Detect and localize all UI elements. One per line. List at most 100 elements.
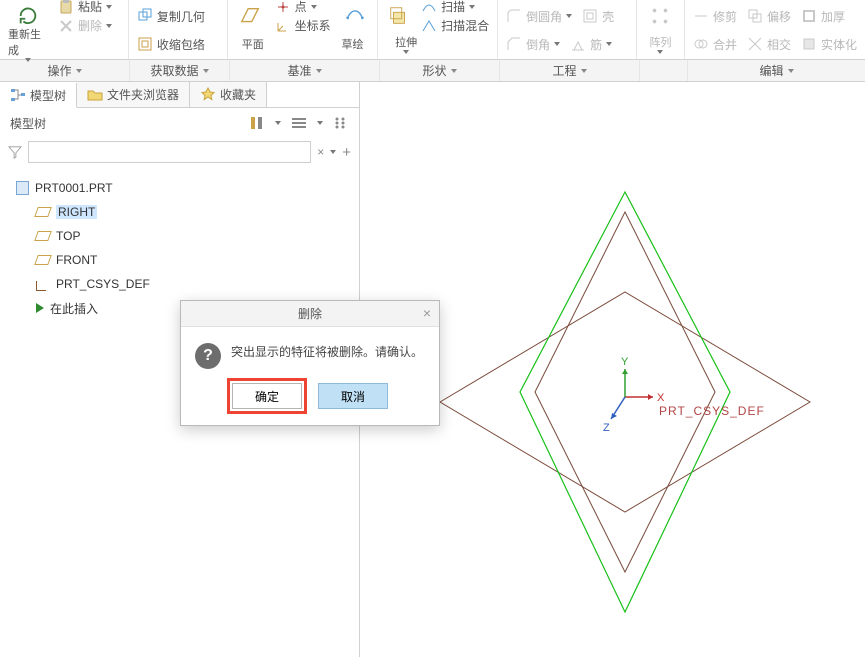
sketch-button[interactable]	[341, 5, 369, 27]
group-label-base[interactable]: 基准	[230, 60, 380, 81]
copy-geom-button[interactable]: 复制几何	[137, 8, 205, 25]
ribbon-group-datum: 点 坐标系 平面 草绘	[228, 0, 378, 59]
ok-button[interactable]: 确定	[232, 383, 302, 409]
shell-label: 壳	[602, 8, 614, 25]
regen-button[interactable]	[8, 5, 48, 27]
plane-icon	[34, 255, 52, 265]
axis-x-label: X	[657, 392, 665, 404]
chevron-down-icon	[469, 5, 475, 9]
node-label: FRONT	[56, 253, 97, 267]
point-label: 点	[295, 0, 307, 15]
axis-y-label: Y	[621, 356, 629, 368]
chevron-down-icon	[311, 5, 317, 9]
group-label-eng[interactable]: 工程	[500, 60, 640, 81]
group-label-operate[interactable]: 操作	[0, 60, 130, 81]
axis-z-label: Z	[603, 422, 610, 434]
chevron-down-icon	[554, 42, 560, 46]
shell-button[interactable]: 壳	[582, 8, 614, 25]
ribbon-group-getdata: 复制几何 收缩包络	[129, 0, 228, 59]
tree-node-csys[interactable]: PRT_CSYS_DEF	[6, 272, 353, 296]
root-label: PRT0001.PRT	[35, 181, 113, 195]
paste-button[interactable]: 粘贴	[58, 0, 112, 15]
chevron-down-icon	[566, 14, 572, 18]
chevron-down-icon	[106, 24, 112, 28]
group-label-edit[interactable]: 编辑	[688, 60, 865, 81]
tool-settings-icon[interactable]	[249, 115, 265, 131]
chevron-down-icon	[203, 69, 209, 73]
dialog-message: 突出显示的特征将被删除。请确认。	[231, 343, 423, 361]
intersect-button[interactable]: 相交	[747, 36, 791, 53]
pattern-button[interactable]	[645, 5, 676, 27]
tree-root[interactable]: PRT0001.PRT	[6, 176, 353, 200]
tab-fav[interactable]: 收藏夹	[190, 82, 267, 107]
chevron-down-icon	[606, 42, 612, 46]
chevron-down-icon	[76, 69, 82, 73]
tool-show-icon[interactable]	[291, 115, 307, 131]
tab-modeltree-label: 模型树	[30, 87, 66, 104]
chevron-down-icon	[657, 50, 663, 54]
tab-modeltree[interactable]: 模型树	[0, 83, 77, 108]
trim-button[interactable]: 修剪	[693, 8, 737, 25]
intersect-label: 相交	[767, 36, 791, 53]
node-label: RIGHT	[56, 205, 97, 219]
round-button[interactable]: 倒圆角	[506, 8, 572, 25]
ribbon-group-pattern: 阵列	[637, 0, 685, 59]
close-icon[interactable]: ×	[423, 305, 431, 321]
tree-node-top[interactable]: TOP	[6, 224, 353, 248]
offset-label: 偏移	[767, 8, 791, 25]
shrinkwrap-label: 收缩包络	[157, 36, 205, 53]
chamfer-button[interactable]: 倒角	[506, 36, 560, 53]
rib-button[interactable]: 筋	[570, 36, 612, 53]
rib-label: 筋	[590, 36, 602, 53]
cancel-button[interactable]: 取消	[318, 383, 388, 409]
solidify-label: 实体化	[821, 36, 857, 53]
plane-button[interactable]	[236, 5, 264, 27]
node-label: TOP	[56, 229, 80, 243]
point-button[interactable]: 点	[275, 0, 331, 15]
tree-node-right[interactable]: RIGHT	[6, 200, 353, 224]
chevron-down-icon	[451, 69, 457, 73]
dialog-titlebar[interactable]: 删除 ×	[181, 301, 439, 327]
trim-label: 修剪	[713, 8, 737, 25]
extrude-button[interactable]	[386, 5, 411, 27]
chevron-down-icon[interactable]	[275, 121, 281, 125]
ribbon-group-operate: 粘贴 删除 重新生成	[0, 0, 129, 59]
tree-title-row: 模型树	[0, 108, 359, 138]
dialog-title: 删除	[298, 305, 322, 322]
plane-icon	[34, 207, 52, 217]
ribbon: 粘贴 删除 重新生成 复制几何	[0, 0, 865, 60]
group-label-shape[interactable]: 形状	[380, 60, 500, 81]
star-icon	[200, 87, 216, 103]
regen-label: 重新生成	[8, 26, 48, 58]
ribbon-group-edit: 修剪 偏移 加厚 合并 相交 实体化	[685, 0, 865, 59]
add-filter-icon[interactable]: +	[342, 144, 351, 161]
node-label: 在此插入	[50, 300, 98, 317]
clear-icon[interactable]: ×	[317, 145, 324, 159]
folder-icon	[87, 87, 103, 103]
chevron-down-icon	[403, 50, 409, 54]
offset-button[interactable]: 偏移	[747, 8, 791, 25]
delete-dialog: 删除 × ? 突出显示的特征将被删除。请确认。 确定 取消	[180, 300, 440, 426]
tool-layer-icon[interactable]	[333, 115, 349, 131]
solidify-button[interactable]: 实体化	[801, 36, 857, 53]
copy-geom-label: 复制几何	[157, 8, 205, 25]
chevron-down-icon	[316, 69, 322, 73]
filter-input[interactable]	[28, 141, 311, 163]
filter-icon[interactable]	[8, 145, 22, 159]
csys-icon	[36, 277, 50, 291]
chevron-down-icon	[788, 69, 794, 73]
chevron-down-icon[interactable]	[317, 121, 323, 125]
shrinkwrap-button[interactable]: 收缩包络	[137, 36, 205, 53]
tree-tools	[249, 115, 349, 131]
tree-node-front[interactable]: FRONT	[6, 248, 353, 272]
thicken-button[interactable]: 加厚	[801, 8, 845, 25]
group-label-getdata[interactable]: 获取数据	[130, 60, 230, 81]
merge-button[interactable]: 合并	[693, 36, 737, 53]
tab-folder-label: 文件夹浏览器	[107, 86, 179, 103]
chevron-down-icon[interactable]	[330, 150, 336, 154]
pattern-label: 阵列	[649, 34, 671, 50]
chevron-down-icon	[106, 5, 112, 9]
ribbon-group-labels: 操作 获取数据 基准 形状 工程 编辑	[0, 60, 865, 82]
sweep-button[interactable]: 扫描	[421, 0, 489, 15]
tab-folder[interactable]: 文件夹浏览器	[77, 82, 190, 107]
